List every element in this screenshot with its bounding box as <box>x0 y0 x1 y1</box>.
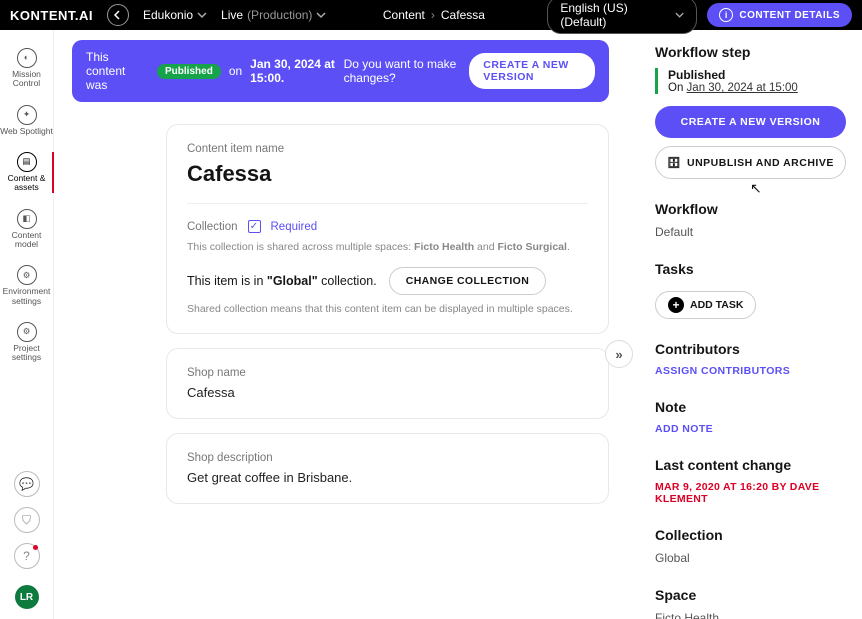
plus-icon: + <box>668 297 684 313</box>
project-name: Edukonio <box>143 8 193 22</box>
help-icon[interactable]: ? <box>14 543 40 569</box>
note-heading: Note <box>655 399 846 415</box>
sidebar: ◐ Mission Control ✦ Web Spotlight ▤ Content… <box>0 30 54 619</box>
create-version-button-banner[interactable]: CREATE A NEW VERSION <box>469 53 595 89</box>
add-task-label: ADD TASK <box>690 299 743 311</box>
required-checkbox-icon: ✓ <box>248 220 261 233</box>
breadcrumb-separator: › <box>431 8 435 22</box>
space-heading: Space <box>655 587 846 603</box>
collection-heading: Collection <box>655 527 846 543</box>
chevron-left-icon <box>113 10 123 20</box>
collection-value: Global <box>655 551 846 565</box>
project-selector[interactable]: Edukonio <box>143 8 207 22</box>
breadcrumb-leaf: Cafessa <box>441 8 485 22</box>
env-name: Live <box>221 8 243 22</box>
unpublish-archive-button[interactable]: 🗄 UNPUBLISH AND ARCHIVE <box>655 146 846 179</box>
user-avatar[interactable]: LR <box>15 585 39 609</box>
language-value: English (US) (Default) <box>560 1 667 29</box>
collection-sentence: This item is in "Global" collection. <box>187 274 377 288</box>
content-column: This content was Published on Jan 30, 20… <box>54 30 619 619</box>
banner-mid: on <box>229 64 242 78</box>
environment-selector[interactable]: Live (Production) <box>221 8 326 22</box>
content-details-button[interactable]: i CONTENT DETAILS <box>707 3 852 27</box>
chevron-down-icon <box>197 10 207 20</box>
sidebar-item-environment-settings[interactable]: ⚙ Environment settings <box>0 259 54 312</box>
status-chip: Published <box>157 64 221 79</box>
env-suffix: (Production) <box>247 8 312 22</box>
required-label: Required <box>271 221 318 233</box>
space-value-1: Ficto Health <box>655 611 846 619</box>
content-details-label: CONTENT DETAILS <box>739 10 840 21</box>
breadcrumb-root[interactable]: Content <box>383 8 425 22</box>
card-shop-name: Shop name Cafessa <box>166 348 609 419</box>
last-change-heading: Last content change <box>655 457 846 473</box>
sidebar-item-label: Content & assets <box>0 174 54 193</box>
sidebar-item-web-spotlight[interactable]: ✦ Web Spotlight <box>0 99 54 142</box>
banner-question: Do you want to make changes? <box>344 57 462 85</box>
chat-icon[interactable]: 💬 <box>14 471 40 497</box>
banner-date: Jan 30, 2024 at 15:00. <box>250 57 335 85</box>
model-icon: ◧ <box>17 209 37 229</box>
publish-banner: This content was Published on Jan 30, 20… <box>72 40 609 102</box>
cog-icon: ⚙ <box>17 322 37 342</box>
item-name-value: Cafessa <box>187 161 588 187</box>
shop-name-label: Shop name <box>187 367 588 379</box>
language-selector[interactable]: English (US) (Default) <box>547 0 697 34</box>
content-icon: ▤ <box>17 152 37 172</box>
sidebar-item-label: Environment settings <box>0 287 54 306</box>
archive-icon: 🗄 <box>667 156 681 169</box>
card-shop-description: Shop description Get great coffee in Bri… <box>166 433 609 504</box>
assign-contributors-link[interactable]: ASSIGN CONTRIBUTORS <box>655 365 846 377</box>
shop-name-value: Cafessa <box>187 385 588 400</box>
sidebar-item-mission-control[interactable]: ◐ Mission Control <box>0 42 54 95</box>
info-icon: i <box>719 8 733 22</box>
workflow-step-heading: Workflow step <box>655 44 846 60</box>
spotlight-icon: ✦ <box>17 105 37 125</box>
shop-desc-value: Get great coffee in Brisbane. <box>187 470 588 485</box>
item-name-label: Content item name <box>187 143 588 155</box>
chevron-down-icon <box>675 10 684 20</box>
app-logo: KONTENT.AI <box>10 8 93 23</box>
shop-desc-label: Shop description <box>187 452 588 464</box>
breadcrumb: Content › Cafessa <box>383 8 485 22</box>
workflow-value: Default <box>655 225 846 239</box>
shared-spaces-line: This collection is shared across multipl… <box>187 241 588 253</box>
sidebar-item-content-model[interactable]: ◧ Content model <box>0 203 54 256</box>
add-note-link[interactable]: ADD NOTE <box>655 423 846 435</box>
gauge-icon: ◐ <box>17 48 37 68</box>
publish-status: Published <box>668 68 846 82</box>
details-panel: Workflow step Published On Jan 30, 2024 … <box>637 30 862 619</box>
last-change-value: MAR 9, 2020 AT 16:20 BY DAVE KLEMENT <box>655 481 846 505</box>
create-version-button[interactable]: CREATE A NEW VERSION <box>655 106 846 138</box>
sidebar-item-label: Project settings <box>0 344 54 363</box>
sidebar-item-content-assets[interactable]: ▤ Content & assets <box>0 146 54 199</box>
publish-date-line: On Jan 30, 2024 at 15:00 <box>668 82 846 94</box>
back-button[interactable] <box>107 4 129 26</box>
shared-note: Shared collection means that this conten… <box>187 303 588 315</box>
collection-label: Collection <box>187 221 238 233</box>
sidebar-item-label: Web Spotlight <box>0 127 53 136</box>
chevron-down-icon <box>316 10 326 20</box>
change-collection-button[interactable]: CHANGE COLLECTION <box>389 267 546 295</box>
collapse-panel-button[interactable]: » <box>605 340 633 368</box>
publish-date-link[interactable]: Jan 30, 2024 at 15:00 <box>687 82 798 94</box>
tasks-heading: Tasks <box>655 261 846 277</box>
sidebar-item-label: Content model <box>0 231 54 250</box>
shield-icon[interactable]: ⛉ <box>14 507 40 533</box>
card-item-name: Content item name Cafessa Collection ✓ R… <box>166 124 609 334</box>
contributors-heading: Contributors <box>655 341 846 357</box>
gear-icon: ⚙ <box>17 265 37 285</box>
sidebar-item-label: Mission Control <box>0 70 54 89</box>
workflow-heading: Workflow <box>655 201 846 217</box>
banner-prefix: This content was <box>86 50 149 92</box>
unpublish-label: UNPUBLISH AND ARCHIVE <box>687 157 834 169</box>
add-task-button[interactable]: + ADD TASK <box>655 291 756 319</box>
sidebar-item-project-settings[interactable]: ⚙ Project settings <box>0 316 54 369</box>
